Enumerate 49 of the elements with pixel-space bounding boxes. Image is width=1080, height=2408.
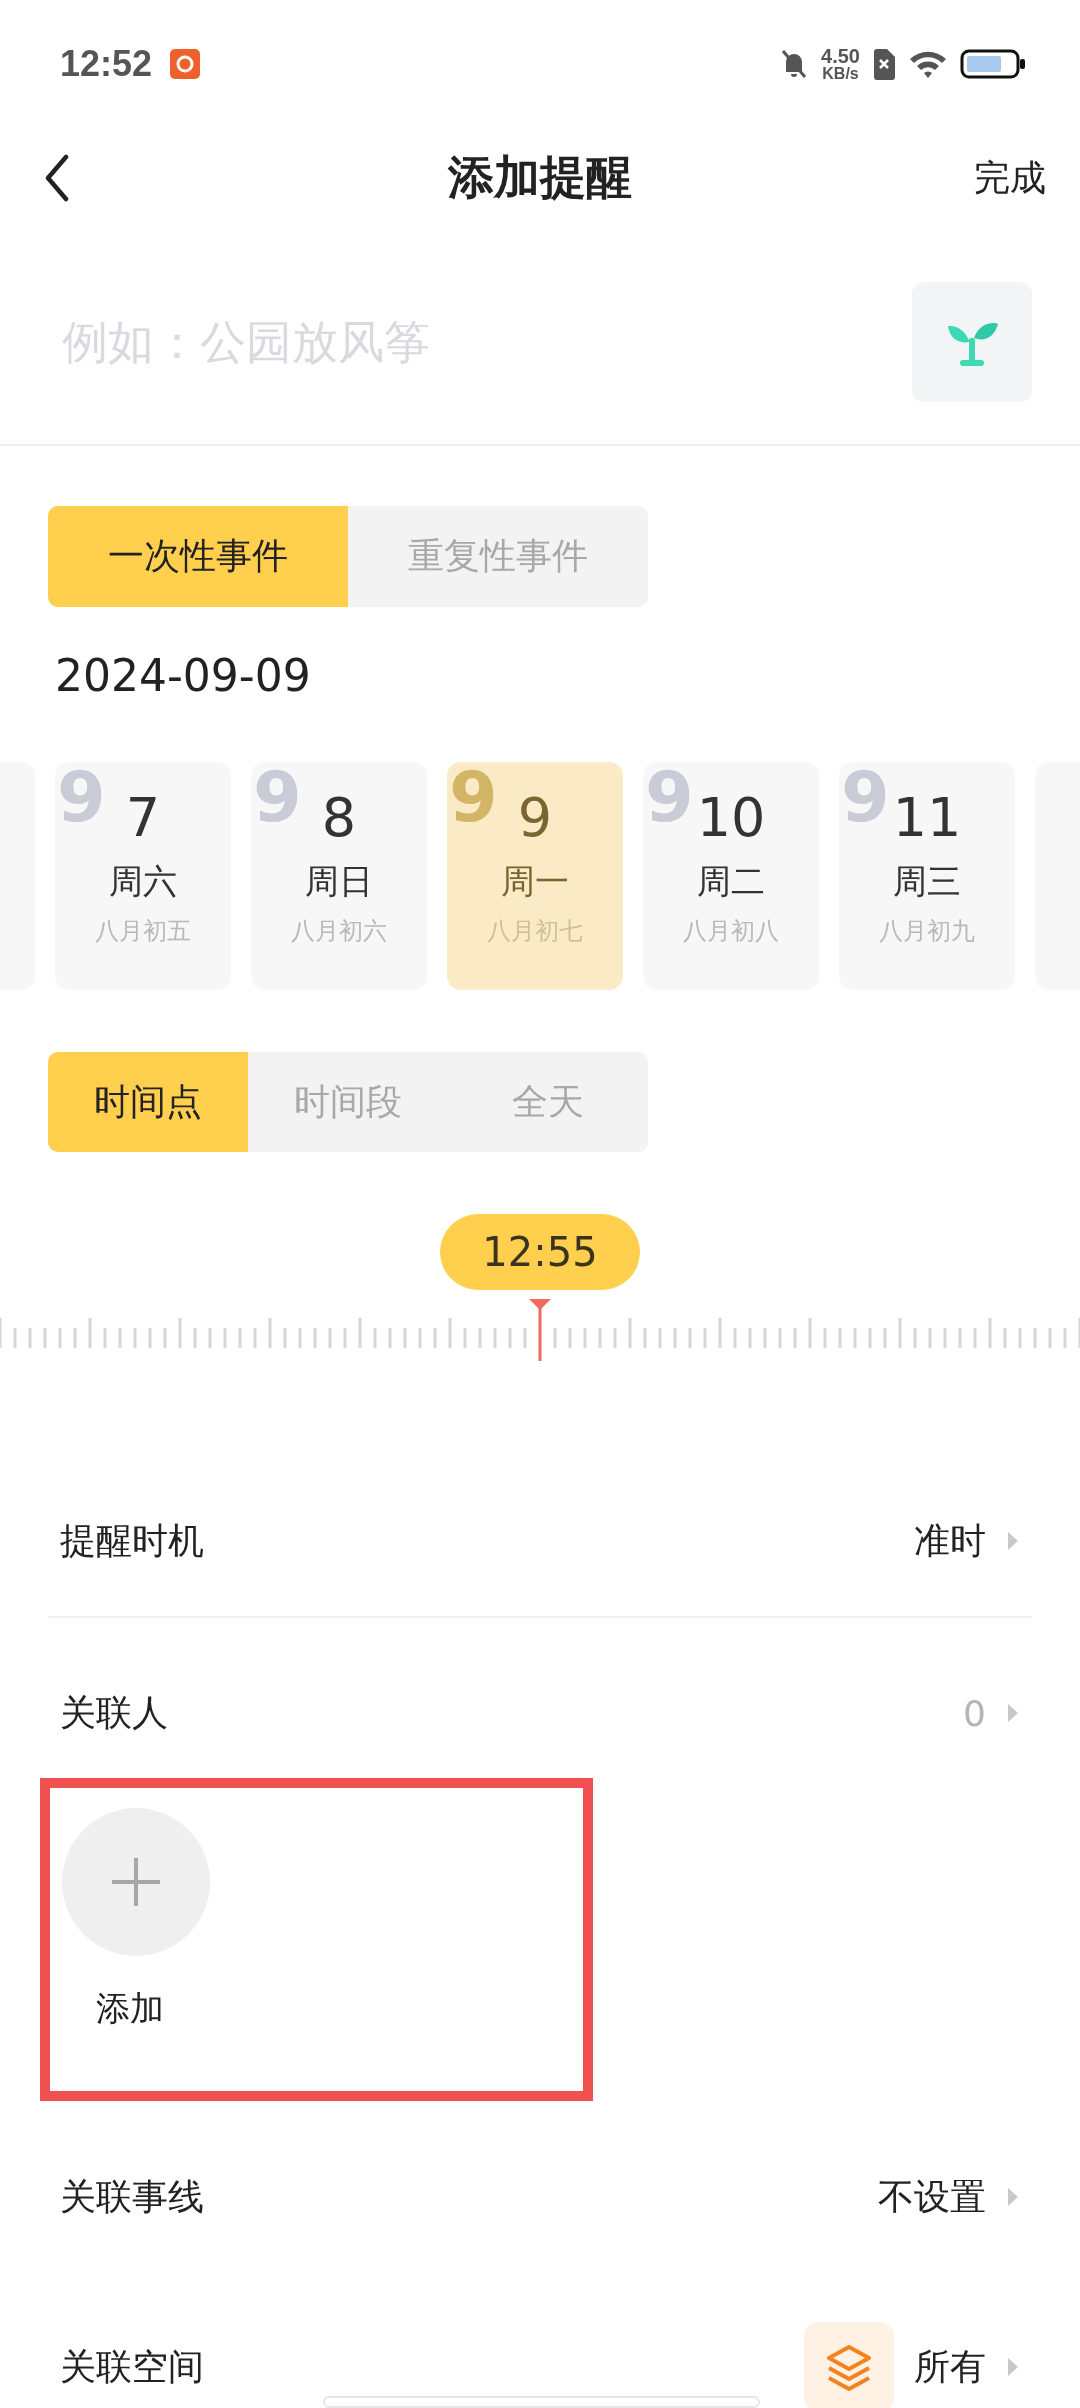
row-label: 关联人: [60, 1690, 168, 1735]
segment-tab[interactable]: 一次性事件: [48, 506, 348, 607]
add-label: 添加: [96, 1987, 164, 2030]
row-value: 0: [963, 1692, 986, 1734]
weekday: 周六: [109, 860, 177, 904]
network-speed: 4.50: [821, 46, 860, 66]
sim-card-icon: [872, 48, 896, 80]
settings-row[interactable]: 关联事线 不设置: [48, 2142, 1032, 2252]
app-notification-icon: [170, 49, 201, 79]
settings-row[interactable]: 关联空间 所有: [48, 2321, 1032, 2408]
done-button[interactable]: 完成: [974, 153, 1046, 203]
weekday: 周日: [305, 860, 373, 904]
day-number: 7: [125, 788, 161, 848]
page-title: 添加提醒: [448, 149, 632, 206]
day-number: 11: [892, 788, 962, 848]
settings-row[interactable]: 提醒时机 准时: [48, 1486, 1032, 1596]
month-watermark: 9: [449, 762, 498, 832]
lunar-date: 八月初五: [95, 916, 191, 948]
time-pointer-icon: [528, 1297, 552, 1361]
weekday: 周一: [501, 860, 569, 904]
network-speed-unit: KB/s: [822, 66, 859, 82]
icon-picker-button[interactable]: [912, 282, 1032, 402]
lunar-date: 八月初六: [291, 916, 387, 948]
selected-date: 2024-09-09: [55, 649, 312, 703]
arrow-right-icon: [1006, 2356, 1020, 2378]
row-value: 所有: [914, 2344, 986, 2389]
time-value: 12:55: [440, 1214, 640, 1290]
row-value: 准时: [914, 1518, 986, 1563]
day-number: 10: [696, 788, 766, 848]
layers-icon: [804, 2322, 894, 2408]
lunar-date: 八月初八: [683, 916, 779, 948]
arrow-right-icon: [1006, 1530, 1020, 1552]
lunar-date: 八月初九: [879, 916, 975, 948]
segment-tab[interactable]: 时间点: [48, 1052, 248, 1152]
weekday: 周三: [893, 860, 961, 904]
row-value: 不设置: [878, 2174, 986, 2219]
battery-icon: [960, 49, 1026, 79]
weekday: 周二: [697, 860, 765, 904]
day-number: 8: [321, 788, 357, 848]
row-label: 关联事线: [60, 2174, 204, 2219]
row-label: 提醒时机: [60, 1518, 204, 1563]
wifi-icon: [908, 49, 948, 79]
arrow-right-icon: [1006, 1702, 1020, 1724]
arrow-right-icon: [1006, 2186, 1020, 2208]
settings-row[interactable]: 关联人 0: [48, 1658, 1032, 1768]
chevron-left-icon: [44, 154, 70, 202]
day-number: 9: [517, 788, 553, 848]
status-time: 12:52: [60, 43, 153, 85]
row-label: 关联空间: [60, 2344, 204, 2389]
